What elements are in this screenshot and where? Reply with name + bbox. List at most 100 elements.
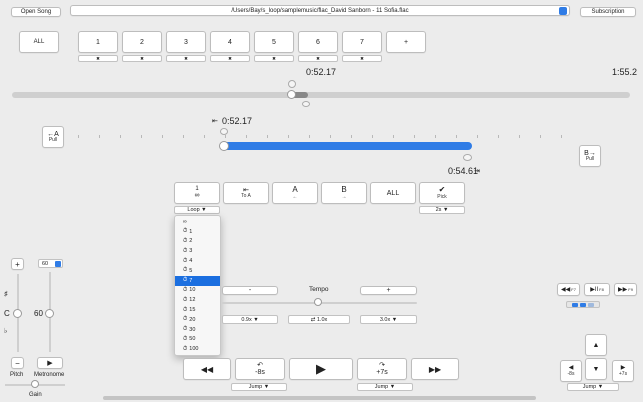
loop-option-3[interactable]: ⏱ 3 — [175, 246, 220, 256]
left-jump-button[interactable]: ◀ -8s — [560, 360, 582, 382]
loop-tick-mark — [351, 135, 352, 138]
jump-forward-select[interactable]: Jump ▼ — [357, 383, 413, 391]
loop-option-12[interactable]: ⏱ 12 — [175, 295, 220, 305]
metronome-slider-knob[interactable] — [45, 309, 54, 318]
up-arrow-button[interactable]: ▲ — [585, 334, 607, 356]
playhead-marker-bottom[interactable] — [302, 101, 310, 107]
loop-option-30[interactable]: ⏱ 30 — [175, 325, 220, 335]
down-arrow-button[interactable]: ▼ — [585, 358, 607, 380]
right-mode-segmented[interactable] — [566, 301, 600, 308]
loop-option-4[interactable]: ⏱ 4 — [175, 256, 220, 266]
right-fast-forward-button[interactable]: ▶▶ F9 — [614, 283, 637, 296]
loop-option-100[interactable]: ⏱ 100 — [175, 344, 220, 354]
right-play-pause-button[interactable]: ▶II F8 — [584, 283, 610, 296]
add-marker-button[interactable]: + — [386, 31, 426, 53]
tempo-plus-button[interactable]: + — [360, 286, 417, 295]
metronome-bpm-value: 60 — [34, 309, 43, 318]
right-jump-select[interactable]: Jump ▼ — [567, 383, 619, 391]
delete-marker-7-button[interactable]: ✖ — [342, 55, 382, 62]
play-button[interactable]: ▶ — [289, 358, 353, 380]
loop-option-1[interactable]: ⏱ 1 — [175, 227, 220, 237]
loop-repeat-button[interactable]: 1 ∞ — [174, 182, 220, 204]
current-time: 0:52.17 — [306, 67, 337, 77]
loop-option-7[interactable]: ⏱ 7 — [175, 275, 220, 286]
pick-duration-select[interactable]: 2s ▼ — [419, 206, 465, 214]
delete-marker-1-button[interactable]: ✖ — [78, 55, 118, 62]
marker-button-2[interactable]: 2 — [122, 31, 162, 53]
timer-icon: ⏱ — [183, 335, 188, 342]
loop-option-15[interactable]: ⏱ 15 — [175, 305, 220, 315]
open-song-button[interactable]: Open Song — [11, 7, 61, 17]
loop-b-marker[interactable] — [463, 154, 472, 161]
loop-option-20[interactable]: ⏱ 20 — [175, 315, 220, 325]
set-a-button[interactable]: A ← — [272, 182, 318, 204]
to-a-label: To A — [241, 193, 251, 200]
marker-button-6[interactable]: 6 — [298, 31, 338, 53]
loop-range-bar[interactable] — [222, 142, 472, 150]
pitch-plus-button[interactable]: + — [11, 258, 24, 270]
marker-all-button[interactable]: ALL — [19, 31, 59, 53]
delete-marker-4-button[interactable]: ✖ — [210, 55, 250, 62]
right-play-pause-key: F8 — [599, 287, 604, 292]
set-a-arrow-icon: ← — [292, 193, 298, 200]
loop-option-50[interactable]: ⏱ 50 — [175, 335, 220, 345]
delete-marker-3-button[interactable]: ✖ — [166, 55, 206, 62]
loop-tick-mark — [267, 135, 268, 138]
to-a-button[interactable]: ⇤ To A — [223, 182, 269, 204]
file-path-select[interactable]: /Users/Bay/s_loop/samplemusic/flac_David… — [70, 5, 570, 16]
loop-count-select[interactable]: Loop ▼ — [174, 206, 220, 214]
right-mode-seg-1[interactable] — [572, 302, 578, 307]
tempo-normal-button[interactable]: ⇄ 1.0x — [288, 315, 350, 324]
set-b-button[interactable]: B → — [321, 182, 367, 204]
jump-back-button[interactable]: ↶ -8s — [235, 358, 285, 380]
loop-tick-mark — [99, 135, 100, 138]
pitch-slider-knob[interactable] — [13, 309, 22, 318]
tempo-fast-select[interactable]: 3.0x ▼ — [360, 315, 417, 324]
tempo-slow-select[interactable]: 0.9x ▼ — [222, 315, 278, 324]
right-jump-button[interactable]: ▶ +7s — [612, 360, 634, 382]
song-progress-knob[interactable] — [287, 90, 296, 99]
jump-forward-button[interactable]: ↷ +7s — [357, 358, 407, 380]
playhead-marker-top[interactable] — [288, 80, 296, 88]
marker-button-4[interactable]: 4 — [210, 31, 250, 53]
right-mode-seg-3[interactable] — [588, 302, 594, 307]
delete-marker-5-button[interactable]: ✖ — [254, 55, 294, 62]
right-rewind-button[interactable]: ◀◀ F7 — [557, 283, 580, 296]
metronome-play-button[interactable]: ▶ — [37, 357, 63, 369]
metronome-bpm-select[interactable]: 60 — [38, 259, 63, 268]
loop-option-10[interactable]: ⏱ 10 — [175, 286, 220, 296]
gain-slider-knob[interactable] — [31, 380, 39, 388]
subscription-button[interactable]: Subscription — [580, 7, 636, 17]
horizontal-scrollbar[interactable] — [103, 396, 536, 400]
pick-button[interactable]: ✔ Pick — [419, 182, 465, 204]
marker-button-7[interactable]: 7 — [342, 31, 382, 53]
marker-button-1[interactable]: 1 — [78, 31, 118, 53]
rewind-button[interactable]: ◀◀ — [183, 358, 231, 380]
loop-option-5[interactable]: ⏱ 5 — [175, 266, 220, 276]
pull-a-label: Pull — [48, 137, 58, 144]
marker-button-3[interactable]: 3 — [166, 31, 206, 53]
loop-tick-mark — [498, 135, 499, 138]
loop-option-label: ∞ — [183, 218, 187, 225]
loop-range-knob[interactable] — [219, 141, 229, 151]
loop-a-marker[interactable] — [220, 128, 228, 135]
loop-option-infinite[interactable]: ∞ — [175, 217, 220, 227]
pitch-minus-button[interactable]: − — [11, 357, 24, 369]
loop-option-2[interactable]: ⏱ 2 — [175, 237, 220, 247]
song-progress-track[interactable] — [12, 92, 630, 98]
delete-marker-6-button[interactable]: ✖ — [298, 55, 338, 62]
file-path-stepper — [559, 7, 567, 15]
tempo-slider-knob[interactable] — [314, 298, 322, 306]
loop-tick-mark — [288, 135, 289, 138]
loop-all-button[interactable]: ALL — [370, 182, 416, 204]
delete-marker-2-button[interactable]: ✖ — [122, 55, 162, 62]
fast-forward-button[interactable]: ▶▶ — [411, 358, 459, 380]
marker-button-5[interactable]: 5 — [254, 31, 294, 53]
pull-b-button[interactable]: B→ Pull — [579, 145, 601, 167]
tempo-minus-button[interactable]: - — [222, 286, 278, 295]
jump-back-select[interactable]: Jump ▼ — [231, 383, 287, 391]
jump-back-label: -8s — [255, 369, 265, 376]
timer-icon: ⏱ — [183, 267, 188, 274]
right-mode-seg-2[interactable] — [580, 302, 586, 307]
pull-a-button[interactable]: ←A Pull — [42, 126, 64, 148]
